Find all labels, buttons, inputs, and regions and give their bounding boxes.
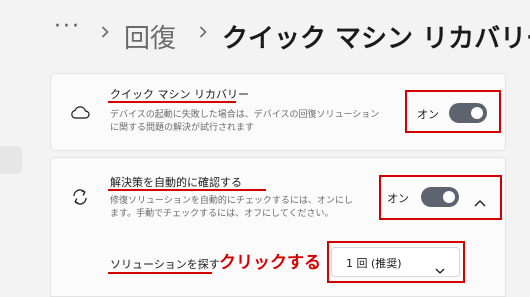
find-solution-label: ソリューションを探す	[110, 258, 220, 271]
quick-recovery-description-1: デバイスの起動に失敗した場合は、デバイスの回復ソリューション	[110, 110, 380, 120]
sync-arrows-icon	[70, 187, 90, 211]
breadcrumb-parent-link[interactable]: 回復	[124, 18, 176, 55]
quick-recovery-toggle-state: オン	[417, 108, 439, 121]
toggle-knob	[443, 191, 455, 203]
page-title: クイック マシン リカバリー	[222, 24, 530, 54]
chevron-right-icon	[199, 26, 209, 38]
toggle-knob	[471, 107, 483, 119]
click-annotation-text: クリックする	[219, 253, 321, 273]
auto-check-title: 解決策を自動的に確認する	[110, 176, 242, 189]
annotation-highlight-box	[327, 241, 465, 283]
quick-recovery-toggle[interactable]	[449, 103, 487, 123]
auto-check-description-1: 修復ソリューションを自動的にチェックするには、オンにし	[110, 196, 353, 206]
more-breadcrumbs-button[interactable]: ···	[54, 14, 81, 39]
breadcrumb: ··· 回復 クイック マシン リカバリー	[0, 0, 530, 70]
chevron-up-icon[interactable]	[474, 192, 486, 211]
quick-recovery-title: クイック マシン リカバリー	[110, 88, 249, 101]
annotation-underline	[108, 272, 212, 274]
auto-check-toggle[interactable]	[421, 187, 459, 207]
annotation-underline	[108, 189, 266, 191]
quick-recovery-description-2: に関する問題の解決が試行されます	[110, 123, 255, 133]
auto-check-toggle-state: オン	[387, 192, 409, 205]
auto-check-description-2: ます。手動でチェックするには、オフにしてください。	[110, 209, 334, 219]
chevron-right-icon	[101, 26, 111, 38]
annotation-underline	[108, 101, 236, 103]
cloud-icon	[70, 104, 90, 123]
left-edge-tab	[0, 146, 22, 174]
